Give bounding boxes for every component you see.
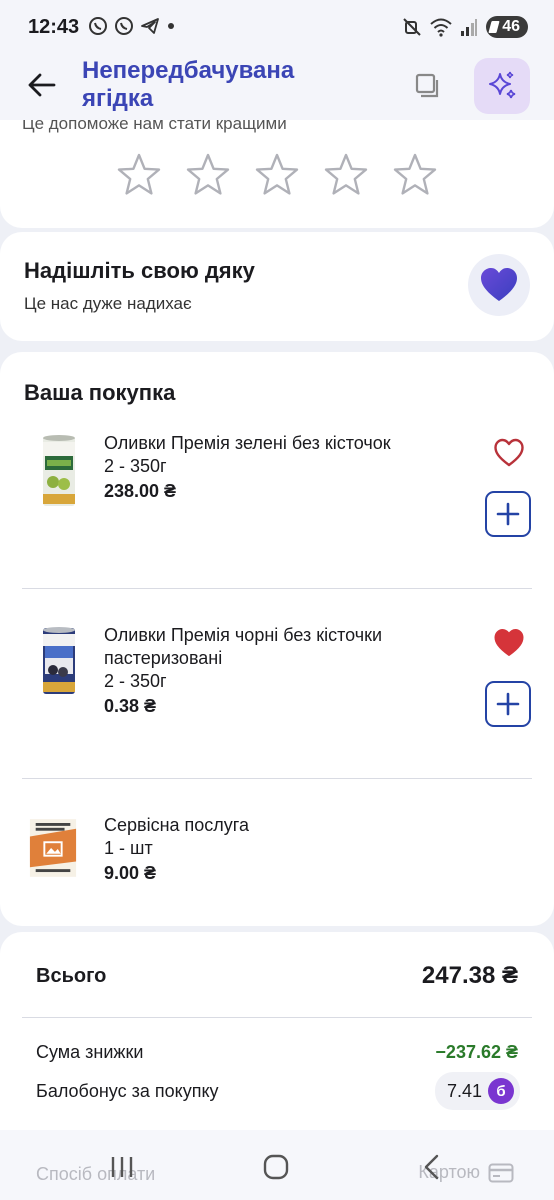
app-header: Непередбачувана ягідка (0, 54, 554, 120)
item-quantity: 2 - 350г (104, 456, 167, 476)
divider (22, 778, 532, 779)
send-thanks-card[interactable]: Надішліть свою дяку Це нас дуже надихає (0, 232, 554, 341)
add-to-cart-button[interactable] (485, 681, 531, 727)
item-price: 9.00 ₴ (104, 863, 157, 883)
divider (22, 588, 532, 589)
item-name: Оливки Премія чорні без кісточки пастери… (104, 625, 383, 668)
status-time: 12:43 (28, 16, 80, 38)
plus-icon (496, 692, 520, 716)
bonus-row: Балобонус за покупку 7.41 б (36, 1072, 520, 1110)
item-details: Оливки Премія чорні без кісточки пастери… (104, 624, 434, 718)
discount-value: −237.62 ₴ (435, 1042, 518, 1062)
system-icons: 46 (402, 16, 528, 38)
signal-icon (461, 19, 478, 36)
star-icon[interactable] (323, 152, 369, 198)
total-row: Всього 247.38 ₴ (36, 962, 518, 990)
item-name: Оливки Премія зелені без кісточок (104, 433, 391, 453)
thanks-title: Надішліть свою дяку (24, 258, 255, 283)
home-nav-icon[interactable] (263, 1154, 289, 1180)
heart-filled-icon[interactable] (493, 628, 525, 658)
telegram-icon (141, 18, 159, 34)
item-details: Сервісна послуга 1 - шт 9.00 ₴ (104, 814, 434, 885)
status-bar: 12:43 46 (0, 0, 554, 54)
recents-nav-icon[interactable] (108, 1154, 136, 1180)
thanks-subtitle: Це нас дуже надихає (24, 294, 192, 313)
add-to-cart-button[interactable] (485, 491, 531, 537)
purchase-title: Ваша покупка (24, 380, 176, 405)
divider (22, 1017, 532, 1018)
heart-icon (481, 268, 517, 301)
green-olives-can-image (43, 435, 75, 506)
notification-icons (88, 16, 176, 36)
viber-icon (89, 17, 107, 35)
card-icon (488, 1163, 514, 1182)
discount-label: Сума знижки (36, 1042, 144, 1062)
back-arrow-icon[interactable] (24, 68, 58, 102)
discount-row: Сума знижки −237.62 ₴ (36, 1042, 518, 1063)
ai-assistant-button[interactable] (474, 58, 530, 114)
dot-icon (168, 23, 174, 29)
payment-method-label: Спосіб оплати (36, 1164, 156, 1184)
bonus-chip: 7.41 б (434, 1072, 520, 1110)
total-value: 247.38 ₴ (421, 962, 518, 989)
item-name: Сервісна послуга (104, 815, 249, 835)
star-icon[interactable] (185, 152, 231, 198)
item-details: Оливки Премія зелені без кісточок 2 - 35… (104, 432, 434, 503)
item-price: 0.38 ₴ (104, 696, 157, 716)
star-icon[interactable] (392, 152, 438, 198)
back-nav-icon[interactable] (422, 1154, 442, 1180)
battery-indicator: 46 (486, 16, 528, 38)
star-icon[interactable] (254, 152, 300, 198)
bonus-label: Балобонус за покупку (36, 1080, 219, 1101)
copy-icon[interactable] (412, 70, 442, 100)
heart-outline-icon[interactable] (493, 438, 525, 468)
mute-icon (403, 18, 421, 36)
total-label: Всього (36, 964, 107, 987)
purchase-card: Ваша покупка Оливки Премія зелені без кі… (0, 352, 554, 926)
black-olives-can-image (43, 627, 75, 694)
rating-stars (116, 152, 438, 198)
bonus-badge-icon: б (488, 1078, 514, 1104)
page-title: Непередбачувана ягідка (82, 57, 295, 112)
item-price: 238.00 ₴ (104, 481, 177, 501)
item-quantity: 1 - шт (104, 838, 153, 858)
item-quantity: 2 - 350г (104, 671, 167, 691)
bottom-bar: Спосіб оплати Картою (0, 1130, 554, 1200)
bonus-value: 7.41 (446, 1080, 482, 1101)
star-icon[interactable] (116, 152, 162, 198)
viber-icon (115, 17, 133, 35)
photo-service-image (29, 819, 77, 877)
send-thanks-button[interactable] (468, 254, 530, 316)
plus-icon (496, 502, 520, 526)
sparkles-icon (489, 71, 516, 99)
wifi-icon (430, 18, 452, 37)
